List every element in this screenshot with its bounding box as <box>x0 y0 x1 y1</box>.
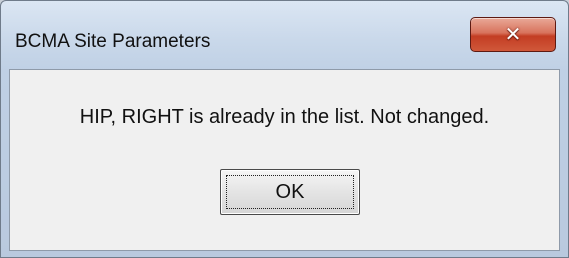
close-button[interactable]: ✕ <box>470 17 556 52</box>
ok-button-label: OK <box>275 181 305 203</box>
ok-button[interactable]: OK <box>220 169 360 215</box>
title-bar[interactable]: BCMA Site Parameters ✕ <box>1 1 568 69</box>
dialog-body: HIP, RIGHT is already in the list. Not c… <box>9 69 560 251</box>
window-title: BCMA Site Parameters <box>15 31 211 52</box>
message-text: HIP, RIGHT is already in the list. Not c… <box>79 106 490 128</box>
dialog-window: BCMA Site Parameters ✕ HIP, RIGHT is alr… <box>0 0 569 258</box>
close-icon: ✕ <box>504 23 522 46</box>
